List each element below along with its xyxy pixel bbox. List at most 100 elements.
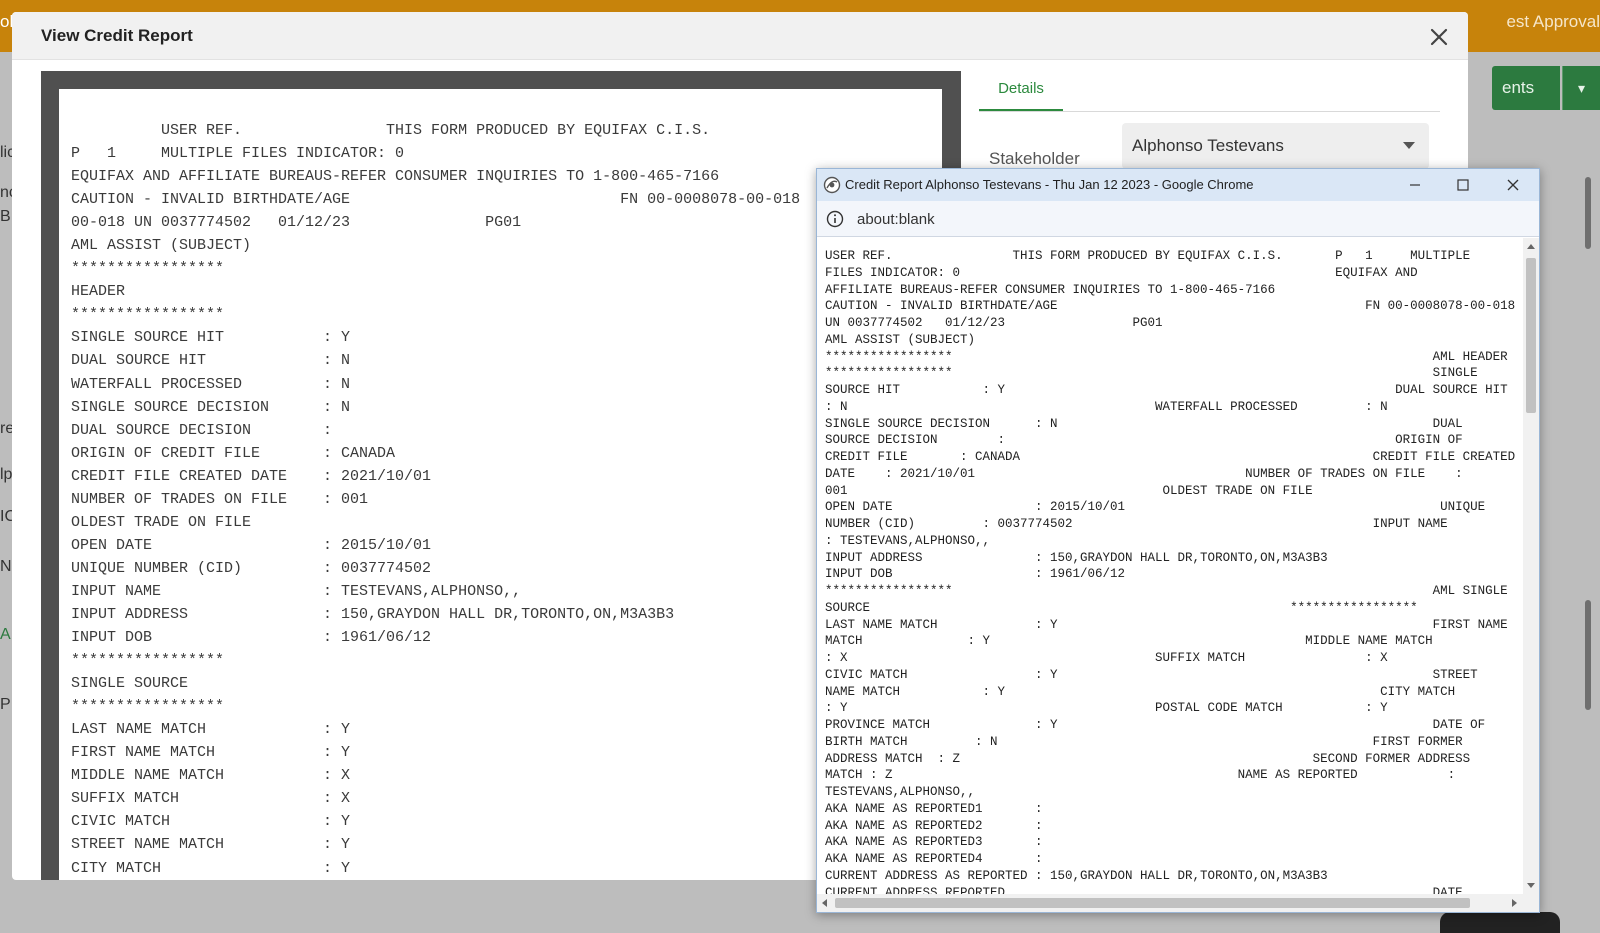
scroll-left-arrow-icon[interactable] [822, 899, 827, 907]
minimize-icon[interactable] [1391, 169, 1439, 201]
popup-report-line: PROVINCE MATCH : Y DATE OF [825, 718, 1486, 732]
popup-report-line: NUMBER (CID) : 0037774502 INPUT NAME [825, 517, 1448, 531]
popup-report-line: INPUT DOB : 1961/06/12 [825, 567, 1126, 582]
tab-details[interactable]: Details [979, 81, 1063, 111]
popup-report-line: SINGLE SOURCE DECISION : N DUAL [825, 416, 1463, 431]
popup-report-line: MATCH : Z NAME AS REPORTED : [825, 768, 1456, 783]
popup-address-bar[interactable]: about:blank [817, 201, 1539, 237]
popup-report-line: SOURCE ***************** [825, 600, 1418, 615]
report-line: STREET NAME MATCH : Y [71, 836, 351, 854]
popup-titlebar[interactable]: Credit Report Alphonso Testevans - Thu J… [817, 169, 1539, 201]
stakeholder-select[interactable]: Alphonso Testevans [1122, 123, 1429, 169]
scroll-up-arrow-icon[interactable] [1527, 244, 1535, 249]
popup-report-line: AKA NAME AS REPORTED3 : [825, 835, 1043, 850]
app-left-fragment: B [0, 208, 11, 225]
scroll-right-arrow-icon[interactable] [1512, 899, 1517, 907]
app-documents-dropdown-button[interactable]: ▾ [1562, 66, 1600, 110]
report-line: HEADER [71, 283, 126, 301]
report-line: CIVIC MATCH : Y [71, 813, 351, 831]
app-documents-button[interactable]: ents [1492, 66, 1560, 110]
app-left-fragment: P [0, 696, 11, 713]
popup-report-line: INPUT ADDRESS : 150,GRAYDON HALL DR,TORO… [825, 550, 1328, 565]
popup-report-line: SOURCE HIT : Y DUAL SOURCE HIT [825, 383, 1508, 397]
popup-report-line: ***************** AML SINGLE [825, 584, 1508, 598]
popup-report-line: CAUTION - INVALID BIRTHDATE/AGE FN 00-00… [825, 299, 1516, 314]
report-line: NUMBER OF TRADES ON FILE : 001 [71, 490, 369, 508]
report-line: SINGLE SOURCE HIT : Y [71, 329, 351, 347]
modal-title: View Credit Report [41, 26, 193, 45]
report-text: USER REF. THIS FORM PRODUCED BY EQUIFAX … [71, 119, 800, 880]
report-line: CREDIT FILE CREATED DATE : 2021/10/01 [71, 467, 432, 485]
report-line: SINGLE SOURCE [71, 675, 189, 693]
popup-report-line: AML ASSIST (SUBJECT) [825, 332, 976, 347]
popup-report-line: MATCH : Y MIDDLE NAME MATCH [825, 634, 1433, 649]
popup-window-title: Credit Report Alphonso Testevans - Thu J… [845, 177, 1254, 192]
chevron-down-icon [1403, 142, 1415, 149]
report-line: INPUT ADDRESS : 150,GRAYDON HALL DR,TORO… [71, 605, 675, 623]
popup-report-line: : X SUFFIX MATCH : X [825, 651, 1388, 665]
popup-report-line: TESTEVANS,ALPHONSO,, [825, 785, 976, 799]
info-icon[interactable] [826, 210, 844, 228]
popup-report-line: LAST NAME MATCH : Y FIRST NAME [825, 617, 1508, 632]
report-line: INPUT NAME : TESTEVANS,ALPHONSO,, [71, 582, 522, 600]
report-line: CITY MATCH : Y [71, 859, 351, 877]
report-line: USER REF. THIS FORM PRODUCED BY EQUIFAX … [71, 122, 711, 139]
report-line: ***************** [71, 306, 225, 324]
app-scrollbar[interactable] [1585, 600, 1591, 710]
report-line: EQUIFAX AND AFFILIATE BUREAUS-REFER CONS… [71, 168, 720, 186]
popup-vertical-scrollbar[interactable] [1523, 238, 1539, 894]
popup-report-line: : TESTEVANS,ALPHONSO,, [825, 533, 991, 548]
report-line: 00-018 UN 0037774502 01/12/23 PG01 [71, 214, 522, 232]
popup-report-line: CIVIC MATCH : Y STREET [825, 667, 1478, 682]
popup-report-line: ***************** AML HEADER [825, 349, 1508, 364]
modal-header: View Credit Report [12, 12, 1468, 60]
maximize-icon[interactable] [1439, 169, 1487, 201]
stakeholder-select-value: Alphonso Testevans [1132, 136, 1284, 155]
report-line: SINGLE SOURCE DECISION : N [71, 398, 351, 416]
maximize-glyph [1457, 179, 1469, 191]
report-page[interactable]: USER REF. THIS FORM PRODUCED BY EQUIFAX … [59, 89, 942, 880]
popup-report-line: AKA NAME AS REPORTED2 : [825, 818, 1043, 833]
app-topbar-right-text[interactable]: est Approval [1506, 12, 1600, 32]
report-line: ORIGIN OF CREDIT FILE : CANADA [71, 444, 396, 462]
popup-report-line: OPEN DATE : 2015/10/01 UNIQUE [825, 500, 1486, 515]
popup-report-line: AFFILIATE BUREAUS-REFER CONSUMER INQUIRI… [825, 282, 1276, 297]
app-left-fragment: A [0, 626, 11, 643]
popup-content[interactable]: USER REF. THIS FORM PRODUCED BY EQUIFAX … [817, 238, 1523, 894]
popup-report-line: ***************** SINGLE [825, 366, 1478, 381]
popup-report-line: CURRENT ADDRESS AS REPORTED : 150,GRAYDO… [825, 868, 1328, 883]
minimize-glyph [1410, 184, 1420, 186]
app-left-fragment: N [0, 558, 12, 575]
popup-report-line: UN 0037774502 01/12/23 PG01 [825, 316, 1163, 330]
report-line: MIDDLE NAME MATCH : X [71, 767, 351, 785]
app-scrollbar[interactable] [1585, 177, 1591, 249]
report-line: UNIQUE NUMBER (CID) : 0037774502 [71, 559, 432, 577]
report-line: WATERFALL PROCESSED : N [71, 375, 351, 393]
popup-report-line: DATE : 2021/10/01 NUMBER OF TRADES ON FI… [825, 466, 1463, 481]
report-line: CAUTION - INVALID BIRTHDATE/AGE FN 00-00… [71, 191, 801, 209]
app-left-fragment: lp [0, 466, 13, 483]
popup-report-line: USER REF. THIS FORM PRODUCED BY EQUIFAX … [825, 249, 1471, 263]
report-line: ***************** [71, 698, 225, 716]
stakeholder-label: Stakeholder [989, 149, 1080, 168]
app-bottom-widget [1440, 912, 1560, 933]
popup-report-line: FILES INDICATOR: 0 EQUIFAX AND [825, 265, 1418, 280]
scroll-corner [1523, 894, 1539, 912]
report-line: SUFFIX MATCH : X [71, 790, 351, 808]
popup-report-line: : N WATERFALL PROCESSED : N [825, 399, 1388, 414]
horizontal-scroll-thumb[interactable] [835, 898, 1470, 908]
report-line: FIRST NAME MATCH : Y [71, 744, 351, 762]
window-close-icon[interactable] [1489, 169, 1537, 201]
report-line: ***************** [71, 260, 225, 278]
popup-report-line: BIRTH MATCH : N FIRST FORMER [825, 734, 1463, 749]
popup-report-line: : Y POSTAL CODE MATCH : Y [825, 701, 1388, 716]
close-icon[interactable] [1426, 24, 1452, 50]
popup-report-line: AKA NAME AS REPORTED1 : [825, 801, 1043, 816]
popup-url[interactable]: about:blank [857, 211, 935, 228]
scroll-down-arrow-icon[interactable] [1527, 883, 1535, 888]
chrome-favicon-icon [823, 176, 841, 194]
vertical-scroll-thumb[interactable] [1526, 258, 1536, 413]
popup-horizontal-scrollbar[interactable] [817, 894, 1523, 912]
popup-report-text: USER REF. THIS FORM PRODUCED BY EQUIFAX … [825, 248, 1515, 894]
popup-report-line: 001 OLDEST TRADE ON FILE [825, 483, 1313, 498]
